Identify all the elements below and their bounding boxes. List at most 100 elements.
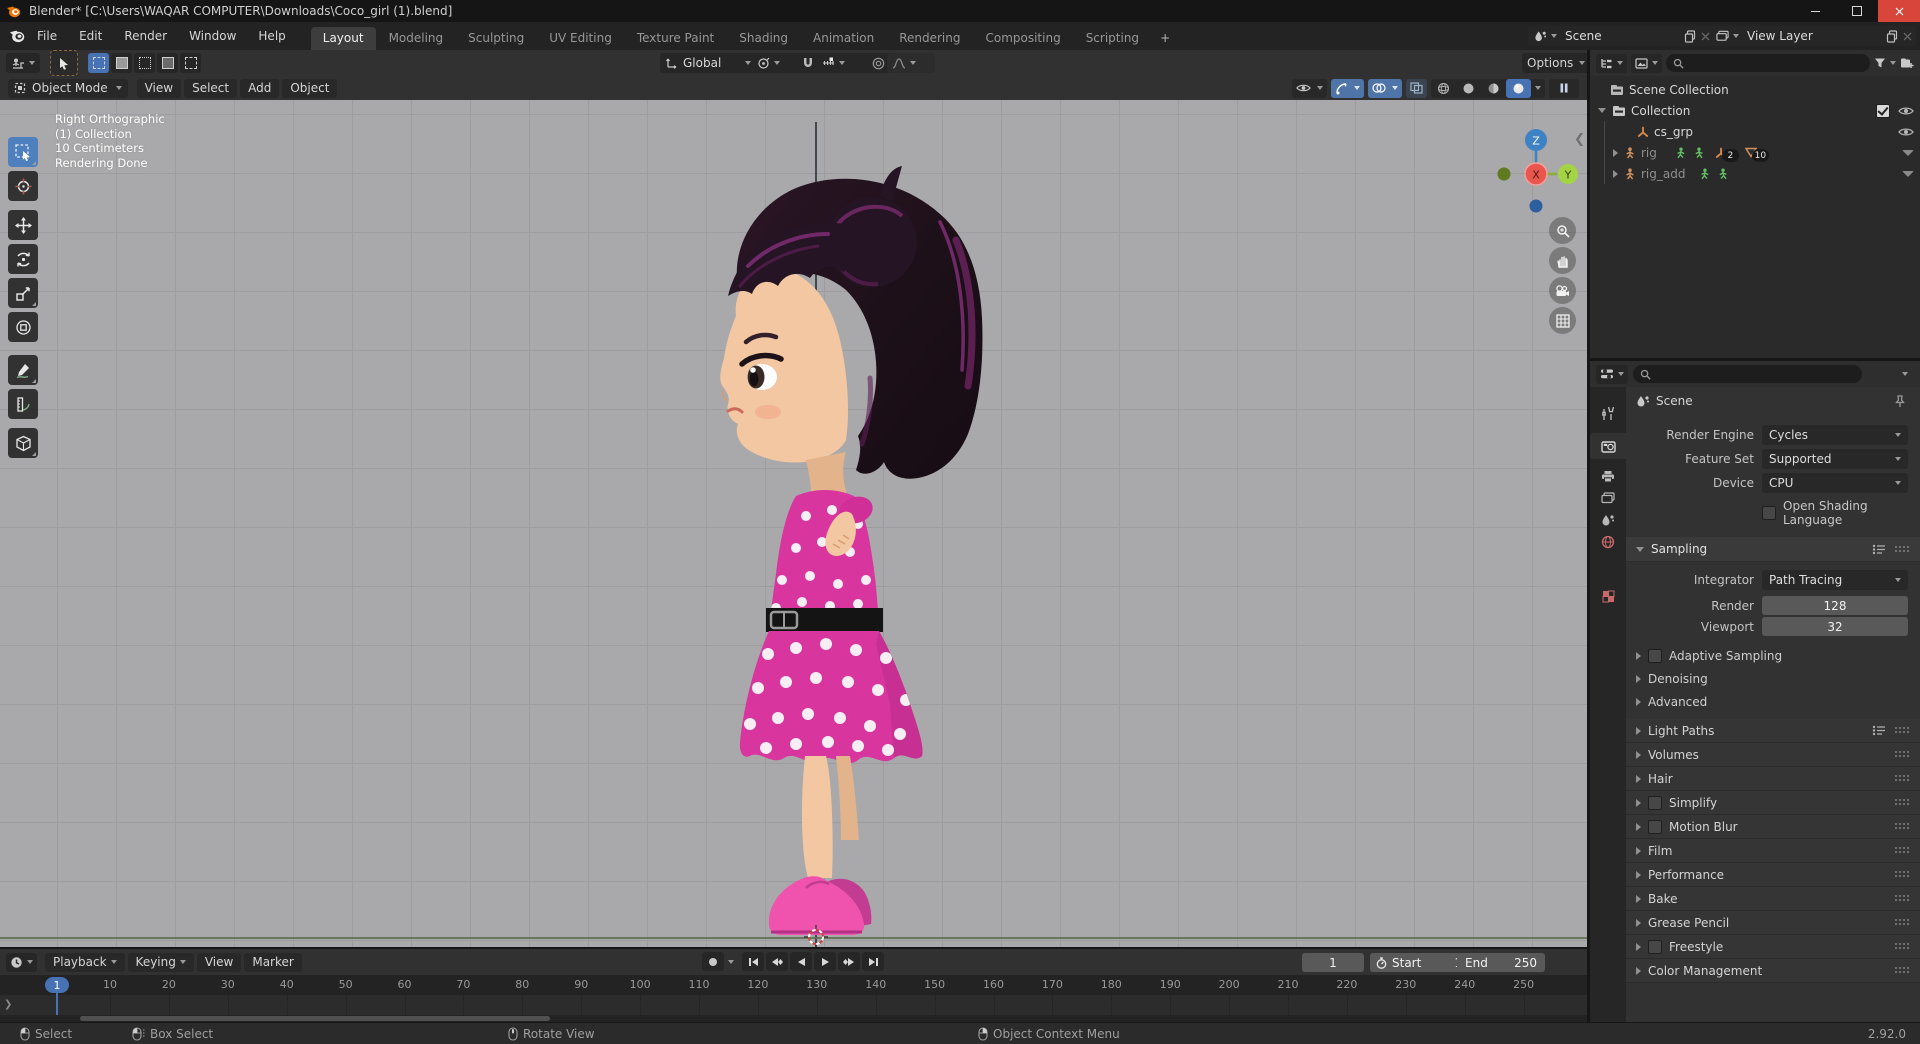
drag-handle-icon[interactable] xyxy=(1895,799,1910,806)
tool-move[interactable] xyxy=(8,210,38,240)
menu-edit[interactable]: Edit xyxy=(68,22,113,50)
menu-render[interactable]: Render xyxy=(113,22,178,50)
timeline-track[interactable]: ❯ xyxy=(0,995,1587,1015)
keying-menu[interactable]: Keying xyxy=(127,952,194,972)
chevron-down-icon[interactable] xyxy=(1902,372,1908,376)
timeline-editor-type-button[interactable] xyxy=(6,952,37,972)
select-mode-intersect-button[interactable] xyxy=(180,53,201,73)
previous-keyframe-button[interactable] xyxy=(766,952,788,971)
mode-dropdown[interactable]: Object Mode xyxy=(8,78,128,98)
next-keyframe-button[interactable] xyxy=(838,952,860,971)
outliner-row-rig[interactable]: rig 2 10 xyxy=(1605,142,1920,163)
samples-viewport-field[interactable]: 32 xyxy=(1762,617,1908,636)
outliner-editor-type-button[interactable] xyxy=(1596,53,1627,73)
tab-tool-properties[interactable] xyxy=(1590,401,1626,427)
drag-handle-icon[interactable] xyxy=(1895,895,1910,902)
shading-material-button[interactable] xyxy=(1481,79,1506,98)
osl-checkbox[interactable] xyxy=(1762,506,1776,520)
object-menu[interactable]: Object xyxy=(282,78,338,98)
tab-uv-editing[interactable]: UV Editing xyxy=(537,27,624,50)
drag-handle-icon[interactable] xyxy=(1895,919,1910,926)
panel-denoising[interactable]: Denoising xyxy=(1626,667,1920,690)
select-mode-invert-button[interactable] xyxy=(157,53,178,73)
tab-animation[interactable]: Animation xyxy=(801,27,886,50)
scene-selector[interactable]: Scene xyxy=(1528,26,1714,46)
breadcrumb-scene[interactable]: Scene xyxy=(1656,394,1693,408)
panel-light-paths[interactable]: Light Paths xyxy=(1626,719,1920,743)
tool-measure[interactable] xyxy=(8,389,38,419)
maximize-button[interactable] xyxy=(1836,0,1878,22)
freestyle-checkbox[interactable] xyxy=(1648,939,1662,954)
properties-editor-type-button[interactable] xyxy=(1596,364,1628,384)
editor-divider[interactable] xyxy=(1587,50,1590,1022)
editor-divider[interactable] xyxy=(0,947,1587,949)
minimize-button[interactable] xyxy=(1794,0,1836,22)
render-pause-button[interactable] xyxy=(1549,78,1579,98)
overlays-toggle[interactable] xyxy=(1368,78,1402,98)
select-mode-set-button[interactable] xyxy=(88,53,109,73)
drag-handle-icon[interactable] xyxy=(1895,823,1910,830)
tab-layout[interactable]: Layout xyxy=(310,27,376,50)
gizmos-toggle[interactable] xyxy=(1331,78,1364,98)
frame-end-field[interactable]: End 250 xyxy=(1457,953,1545,972)
timeline-scrollbar[interactable] xyxy=(80,1016,550,1021)
outliner-row-collection[interactable]: Collection xyxy=(1590,100,1920,121)
falloff-dropdown[interactable] xyxy=(887,53,935,73)
drag-handle-icon[interactable] xyxy=(1895,775,1910,782)
current-frame-field[interactable]: 1 xyxy=(1302,953,1364,972)
unlink-icon[interactable] xyxy=(1701,32,1710,41)
drag-handle-icon[interactable] xyxy=(1895,847,1910,854)
timeline-ruler[interactable]: 1 10 20 30 40 50 60 70 80 90 100 110 120 130 140 150 16… xyxy=(0,975,1587,995)
render-engine-dropdown[interactable]: Cycles xyxy=(1762,425,1908,445)
shading-wireframe-button[interactable] xyxy=(1431,79,1456,98)
view-menu[interactable]: View xyxy=(136,78,182,98)
jump-to-end-button[interactable] xyxy=(862,952,884,971)
panel-motion-blur[interactable]: Motion Blur xyxy=(1626,815,1920,839)
marker-menu[interactable]: Marker xyxy=(244,952,302,972)
panel-grease-pencil[interactable]: Grease Pencil xyxy=(1626,911,1920,935)
panel-adaptive-sampling[interactable]: Adaptive Sampling xyxy=(1626,644,1920,667)
eye-icon[interactable] xyxy=(1898,106,1914,116)
outliner-row-scene-collection[interactable]: Scene Collection xyxy=(1590,79,1920,100)
tab-texture-properties[interactable] xyxy=(1590,583,1626,609)
copy-icon[interactable] xyxy=(1886,29,1898,43)
panel-freestyle[interactable]: Freestyle xyxy=(1626,935,1920,959)
camera-view-button[interactable] xyxy=(1549,277,1576,304)
drag-handle-icon[interactable] xyxy=(1895,545,1910,553)
panel-simplify[interactable]: Simplify xyxy=(1626,791,1920,815)
panel-color-management[interactable]: Color Management xyxy=(1626,959,1920,983)
play-reverse-button[interactable] xyxy=(790,952,812,971)
tab-compositing[interactable]: Compositing xyxy=(973,27,1072,50)
menu-help[interactable]: Help xyxy=(247,22,296,50)
restrict-chevron-icon[interactable] xyxy=(1902,149,1914,156)
pin-icon[interactable] xyxy=(1894,394,1906,408)
transform-orientation-dropdown[interactable]: Global xyxy=(660,53,756,73)
zoom-button[interactable] xyxy=(1549,217,1576,244)
tab-modeling[interactable]: Modeling xyxy=(377,27,456,50)
tab-world-properties[interactable] xyxy=(1590,529,1626,555)
panel-bake[interactable]: Bake xyxy=(1626,887,1920,911)
panel-volumes[interactable]: Volumes xyxy=(1626,743,1920,767)
outliner-row-cs-grp[interactable]: cs_grp xyxy=(1605,121,1920,142)
tool-cursor[interactable] xyxy=(8,171,38,201)
properties-search-input[interactable] xyxy=(1633,365,1862,383)
tool-add-cube[interactable] xyxy=(8,428,38,458)
outliner-display-mode-button[interactable] xyxy=(1631,53,1662,73)
outliner-row-rig-add[interactable]: rig_add xyxy=(1605,163,1920,184)
simplify-checkbox[interactable] xyxy=(1648,795,1662,810)
drag-handle-icon[interactable] xyxy=(1895,871,1910,878)
blender-menu-logo-icon[interactable] xyxy=(8,29,26,43)
samples-render-field[interactable]: 128 xyxy=(1762,596,1908,615)
editor-type-button[interactable] xyxy=(6,53,40,73)
tab-rendering[interactable]: Rendering xyxy=(887,27,972,50)
collection-checkbox[interactable] xyxy=(1876,103,1890,118)
tool-select-box[interactable] xyxy=(8,137,38,167)
add-workspace-button[interactable]: + xyxy=(1152,27,1178,50)
view-layer-selector[interactable]: View Layer xyxy=(1710,26,1916,46)
viewport-canvas[interactable]: Right Orthographic (1) Collection 10 Cen… xyxy=(0,100,1587,947)
axis-y-negative-handle[interactable] xyxy=(1497,167,1511,181)
add-menu[interactable]: Add xyxy=(240,78,280,98)
preset-menu-icon[interactable] xyxy=(1872,725,1886,736)
drag-handle-icon[interactable] xyxy=(1895,727,1910,734)
remove-icon[interactable] xyxy=(1903,32,1912,41)
